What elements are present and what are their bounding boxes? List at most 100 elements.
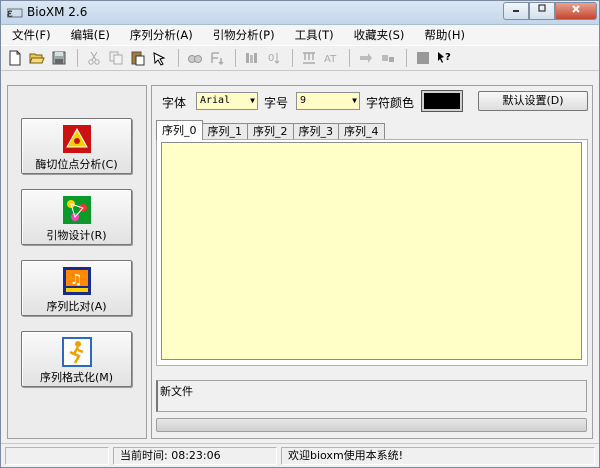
cut-button[interactable] bbox=[84, 48, 104, 68]
sequence-editor[interactable] bbox=[161, 142, 582, 360]
menu-primer-analysis[interactable]: 引物分析(P) bbox=[206, 27, 282, 43]
char-color-swatch[interactable] bbox=[421, 90, 463, 112]
menu-favorites[interactable]: 收藏夹(S) bbox=[347, 27, 412, 43]
menu-tools[interactable]: 工具(T) bbox=[288, 27, 341, 43]
toolbar-separator bbox=[235, 49, 236, 67]
welcome-message: 欢迎bioxm使用本系统! bbox=[281, 447, 595, 465]
menu-sequence-analysis[interactable]: 序列分析(A) bbox=[123, 27, 200, 43]
new-file-button[interactable] bbox=[5, 48, 25, 68]
toolbar: 0 AT ? bbox=[1, 45, 599, 71]
status-pane-1 bbox=[5, 447, 109, 465]
toolbar-separator bbox=[77, 49, 78, 67]
primer-design-button[interactable]: 引物设计(R) bbox=[21, 189, 132, 245]
font-select-value: Arial bbox=[200, 95, 231, 106]
context-help-button[interactable]: ? bbox=[435, 48, 455, 68]
chevron-down-icon: ▼ bbox=[250, 96, 255, 105]
app-icon: ℇ bbox=[6, 7, 23, 20]
title-bar: ℇ BioXM 2.6 bbox=[1, 1, 599, 25]
toolbar-separator bbox=[349, 49, 350, 67]
sequence-format-label: 序列格式化(M) bbox=[39, 371, 114, 384]
font-size-value: 9 bbox=[300, 95, 307, 106]
format-button[interactable] bbox=[299, 48, 319, 68]
tab-sequence-1[interactable]: 序列_1 bbox=[201, 123, 248, 140]
find-icon bbox=[188, 55, 202, 63]
alignment-icon: ♫ bbox=[63, 267, 91, 295]
restriction-analysis-label: 酶切位点分析(C) bbox=[35, 158, 118, 171]
toolbar-separator bbox=[178, 49, 179, 67]
tab-sequence-3[interactable]: 序列_3 bbox=[292, 123, 339, 140]
replace-button[interactable] bbox=[207, 48, 227, 68]
restriction-analysis-button[interactable]: 酶切位点分析(C) bbox=[21, 118, 132, 174]
align-button[interactable] bbox=[242, 48, 262, 68]
menu-edit[interactable]: 编辑(E) bbox=[64, 27, 117, 43]
font-select[interactable]: Arial ▼ bbox=[196, 92, 258, 110]
paste-icon bbox=[131, 51, 145, 66]
new-file-icon bbox=[9, 50, 21, 66]
toolbar-separator bbox=[292, 49, 293, 67]
svg-text:ℇ: ℇ bbox=[7, 9, 13, 19]
cut-icon bbox=[88, 51, 100, 65]
pointer-icon bbox=[153, 52, 166, 66]
editor-panel: 字体 Arial ▼ 字号 9 ▼ 字符颜色 默认设置(D) 序列_0 序列_1… bbox=[151, 85, 593, 439]
export-icon bbox=[360, 53, 372, 63]
save-icon bbox=[52, 51, 66, 65]
sequence-alignment-label: 序列比对(A) bbox=[46, 300, 107, 313]
menu-bar: 文件(F) 编辑(E) 序列分析(A) 引物分析(P) 工具(T) 收藏夹(S)… bbox=[1, 25, 599, 45]
import-button[interactable] bbox=[378, 48, 398, 68]
format-icon bbox=[303, 52, 315, 64]
format-run-icon bbox=[62, 337, 92, 367]
sequence-alignment-button[interactable]: ♫ 序列比对(A) bbox=[21, 260, 132, 316]
import-icon bbox=[382, 55, 394, 62]
svg-text:AT: AT bbox=[324, 54, 337, 65]
stop-icon bbox=[417, 52, 429, 64]
svg-text:0: 0 bbox=[268, 53, 274, 64]
export-button[interactable] bbox=[356, 48, 376, 68]
translate-icon: AT bbox=[324, 54, 337, 65]
app-window: ℇ BioXM 2.6 文件(F) 编辑(E) 序列分析(A) 引物分析(P) … bbox=[0, 0, 600, 468]
default-settings-button[interactable]: 默认设置(D) bbox=[478, 91, 588, 111]
open-button[interactable] bbox=[27, 48, 47, 68]
menu-file[interactable]: 文件(F) bbox=[5, 27, 58, 43]
tab-sequence-4[interactable]: 序列_4 bbox=[338, 123, 385, 140]
maximize-button[interactable] bbox=[529, 2, 555, 20]
close-icon bbox=[572, 5, 580, 13]
svg-text:♫: ♫ bbox=[70, 272, 83, 288]
sequence-format-button[interactable]: 序列格式化(M) bbox=[21, 331, 132, 387]
save-button[interactable] bbox=[49, 48, 69, 68]
toolbar-separator bbox=[406, 49, 407, 67]
copy-icon bbox=[109, 51, 123, 65]
close-button[interactable] bbox=[555, 2, 597, 20]
align-icon bbox=[246, 53, 257, 63]
font-size-select[interactable]: 9 ▼ bbox=[296, 92, 360, 110]
status-bar: 当前时间: 08:23:06 欢迎bioxm使用本系统! bbox=[1, 443, 599, 467]
progress-bar bbox=[156, 418, 587, 432]
current-time: 当前时间: 08:23:06 bbox=[113, 447, 277, 465]
sequence-tabs: 序列_0 序列_1 序列_2 序列_3 序列_4 bbox=[156, 120, 385, 140]
select-button[interactable] bbox=[150, 48, 170, 68]
restriction-icon bbox=[63, 125, 91, 153]
sort-icon: 0 bbox=[268, 53, 280, 64]
help-pointer-icon: ? bbox=[438, 52, 451, 63]
translate-button[interactable]: AT bbox=[321, 48, 341, 68]
tab-sequence-0[interactable]: 序列_0 bbox=[156, 120, 203, 140]
feature-panel: 酶切位点分析(C) 引物设计(R) ♫ 序列比对(A) 序列格式化(M) bbox=[7, 85, 147, 439]
sort-button[interactable]: 0 bbox=[264, 48, 284, 68]
open-folder-icon bbox=[29, 53, 45, 64]
menu-help[interactable]: 帮助(H) bbox=[417, 27, 472, 43]
primer-icon bbox=[63, 196, 91, 224]
window-title: BioXM 2.6 bbox=[27, 5, 88, 19]
font-label: 字体 bbox=[162, 96, 187, 110]
font-size-label: 字号 bbox=[264, 96, 289, 110]
stop-button[interactable] bbox=[413, 48, 433, 68]
file-status-box: 新文件 bbox=[156, 380, 587, 412]
paste-button[interactable] bbox=[128, 48, 148, 68]
replace-icon bbox=[211, 52, 224, 66]
find-button[interactable] bbox=[185, 48, 205, 68]
primer-design-label: 引物设计(R) bbox=[46, 229, 107, 242]
tab-sequence-2[interactable]: 序列_2 bbox=[247, 123, 294, 140]
minimize-button[interactable] bbox=[503, 2, 529, 20]
copy-button[interactable] bbox=[106, 48, 126, 68]
svg-text:?: ? bbox=[445, 52, 451, 63]
chevron-down-icon: ▼ bbox=[352, 96, 357, 105]
char-color-label: 字符颜色 bbox=[366, 96, 415, 110]
